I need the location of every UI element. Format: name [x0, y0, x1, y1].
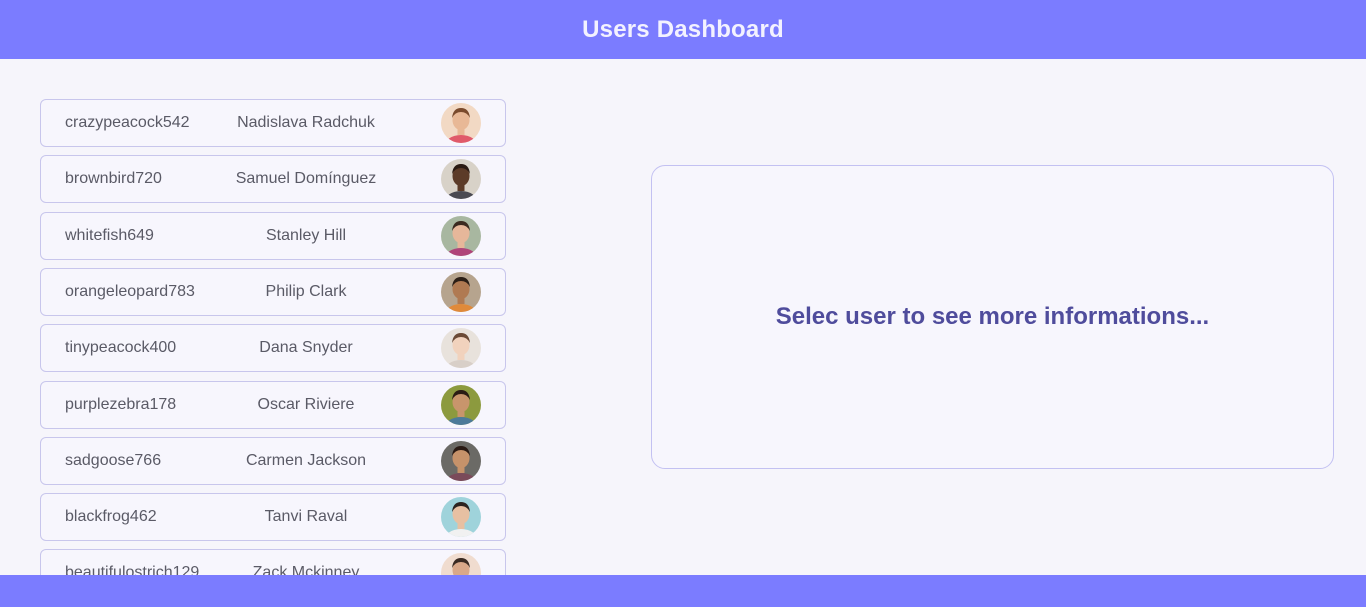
user-username: crazypeacock542 — [65, 114, 190, 131]
user-full-name: Tanvi Raval — [264, 508, 348, 526]
user-username: tinypeacock400 — [65, 339, 177, 357]
user-full-name: Samuel Domínguez — [235, 170, 377, 188]
user-username: beautifulostrich129 — [65, 564, 200, 575]
user-username: orangeleopard783 — [65, 282, 195, 300]
user-username: purplezebra178 — [65, 395, 177, 413]
user-row[interactable]: whitefish649 Stanley Hill — [40, 211, 506, 260]
user-row[interactable]: orangeleopard783 Philip Clark — [40, 267, 506, 316]
detail-placeholder-text: Selec user to see more informations... — [775, 303, 1210, 330]
user-avatar — [441, 103, 481, 143]
user-username: sadgoose766 — [65, 451, 162, 469]
user-avatar — [441, 271, 481, 312]
user-full-name: Zack Mckinney — [252, 564, 360, 575]
user-detail-panel: Selec user to see more informations... — [651, 165, 1334, 469]
user-avatar — [441, 384, 481, 425]
page-title: Users Dashboard — [582, 15, 784, 43]
user-full-name: Oscar Riviere — [257, 395, 355, 413]
user-avatar — [441, 497, 481, 538]
user-full-name: Dana Snyder — [259, 339, 353, 357]
user-avatar — [441, 159, 481, 200]
user-username: brownbird720 — [65, 170, 162, 188]
user-row[interactable]: purplezebra178 Oscar Riviere — [40, 380, 506, 429]
user-avatar — [441, 553, 481, 575]
user-row[interactable]: blackfrog462 Tanvi Raval — [40, 493, 506, 542]
user-full-name: Stanley Hill — [265, 226, 347, 244]
user-list[interactable]: crazypeacock542 Nadislava Radchuk brownbir… — [40, 99, 506, 575]
user-avatar — [441, 440, 481, 481]
user-avatar — [441, 328, 481, 369]
user-row[interactable]: beautifulostrich129 Zack Mckinney — [40, 549, 506, 575]
user-full-name: Philip Clark — [265, 282, 347, 300]
user-username: whitefish649 — [65, 226, 154, 244]
user-avatar — [441, 215, 481, 256]
user-username: blackfrog462 — [65, 508, 157, 526]
user-row[interactable]: brownbird720 Samuel Domínguez — [40, 155, 506, 204]
user-full-name: Carmen Jackson — [245, 451, 367, 469]
top-header-bar: Users Dashboard — [0, 0, 1366, 59]
user-row[interactable]: sadgoose766 Carmen Jackson — [40, 436, 506, 485]
user-full-name: Nadislava Radchuk — [237, 114, 375, 131]
user-row[interactable]: crazypeacock542 Nadislava Radchuk — [40, 99, 506, 147]
bottom-footer-bar — [0, 575, 1366, 607]
user-row[interactable]: tinypeacock400 Dana Snyder — [40, 324, 506, 373]
